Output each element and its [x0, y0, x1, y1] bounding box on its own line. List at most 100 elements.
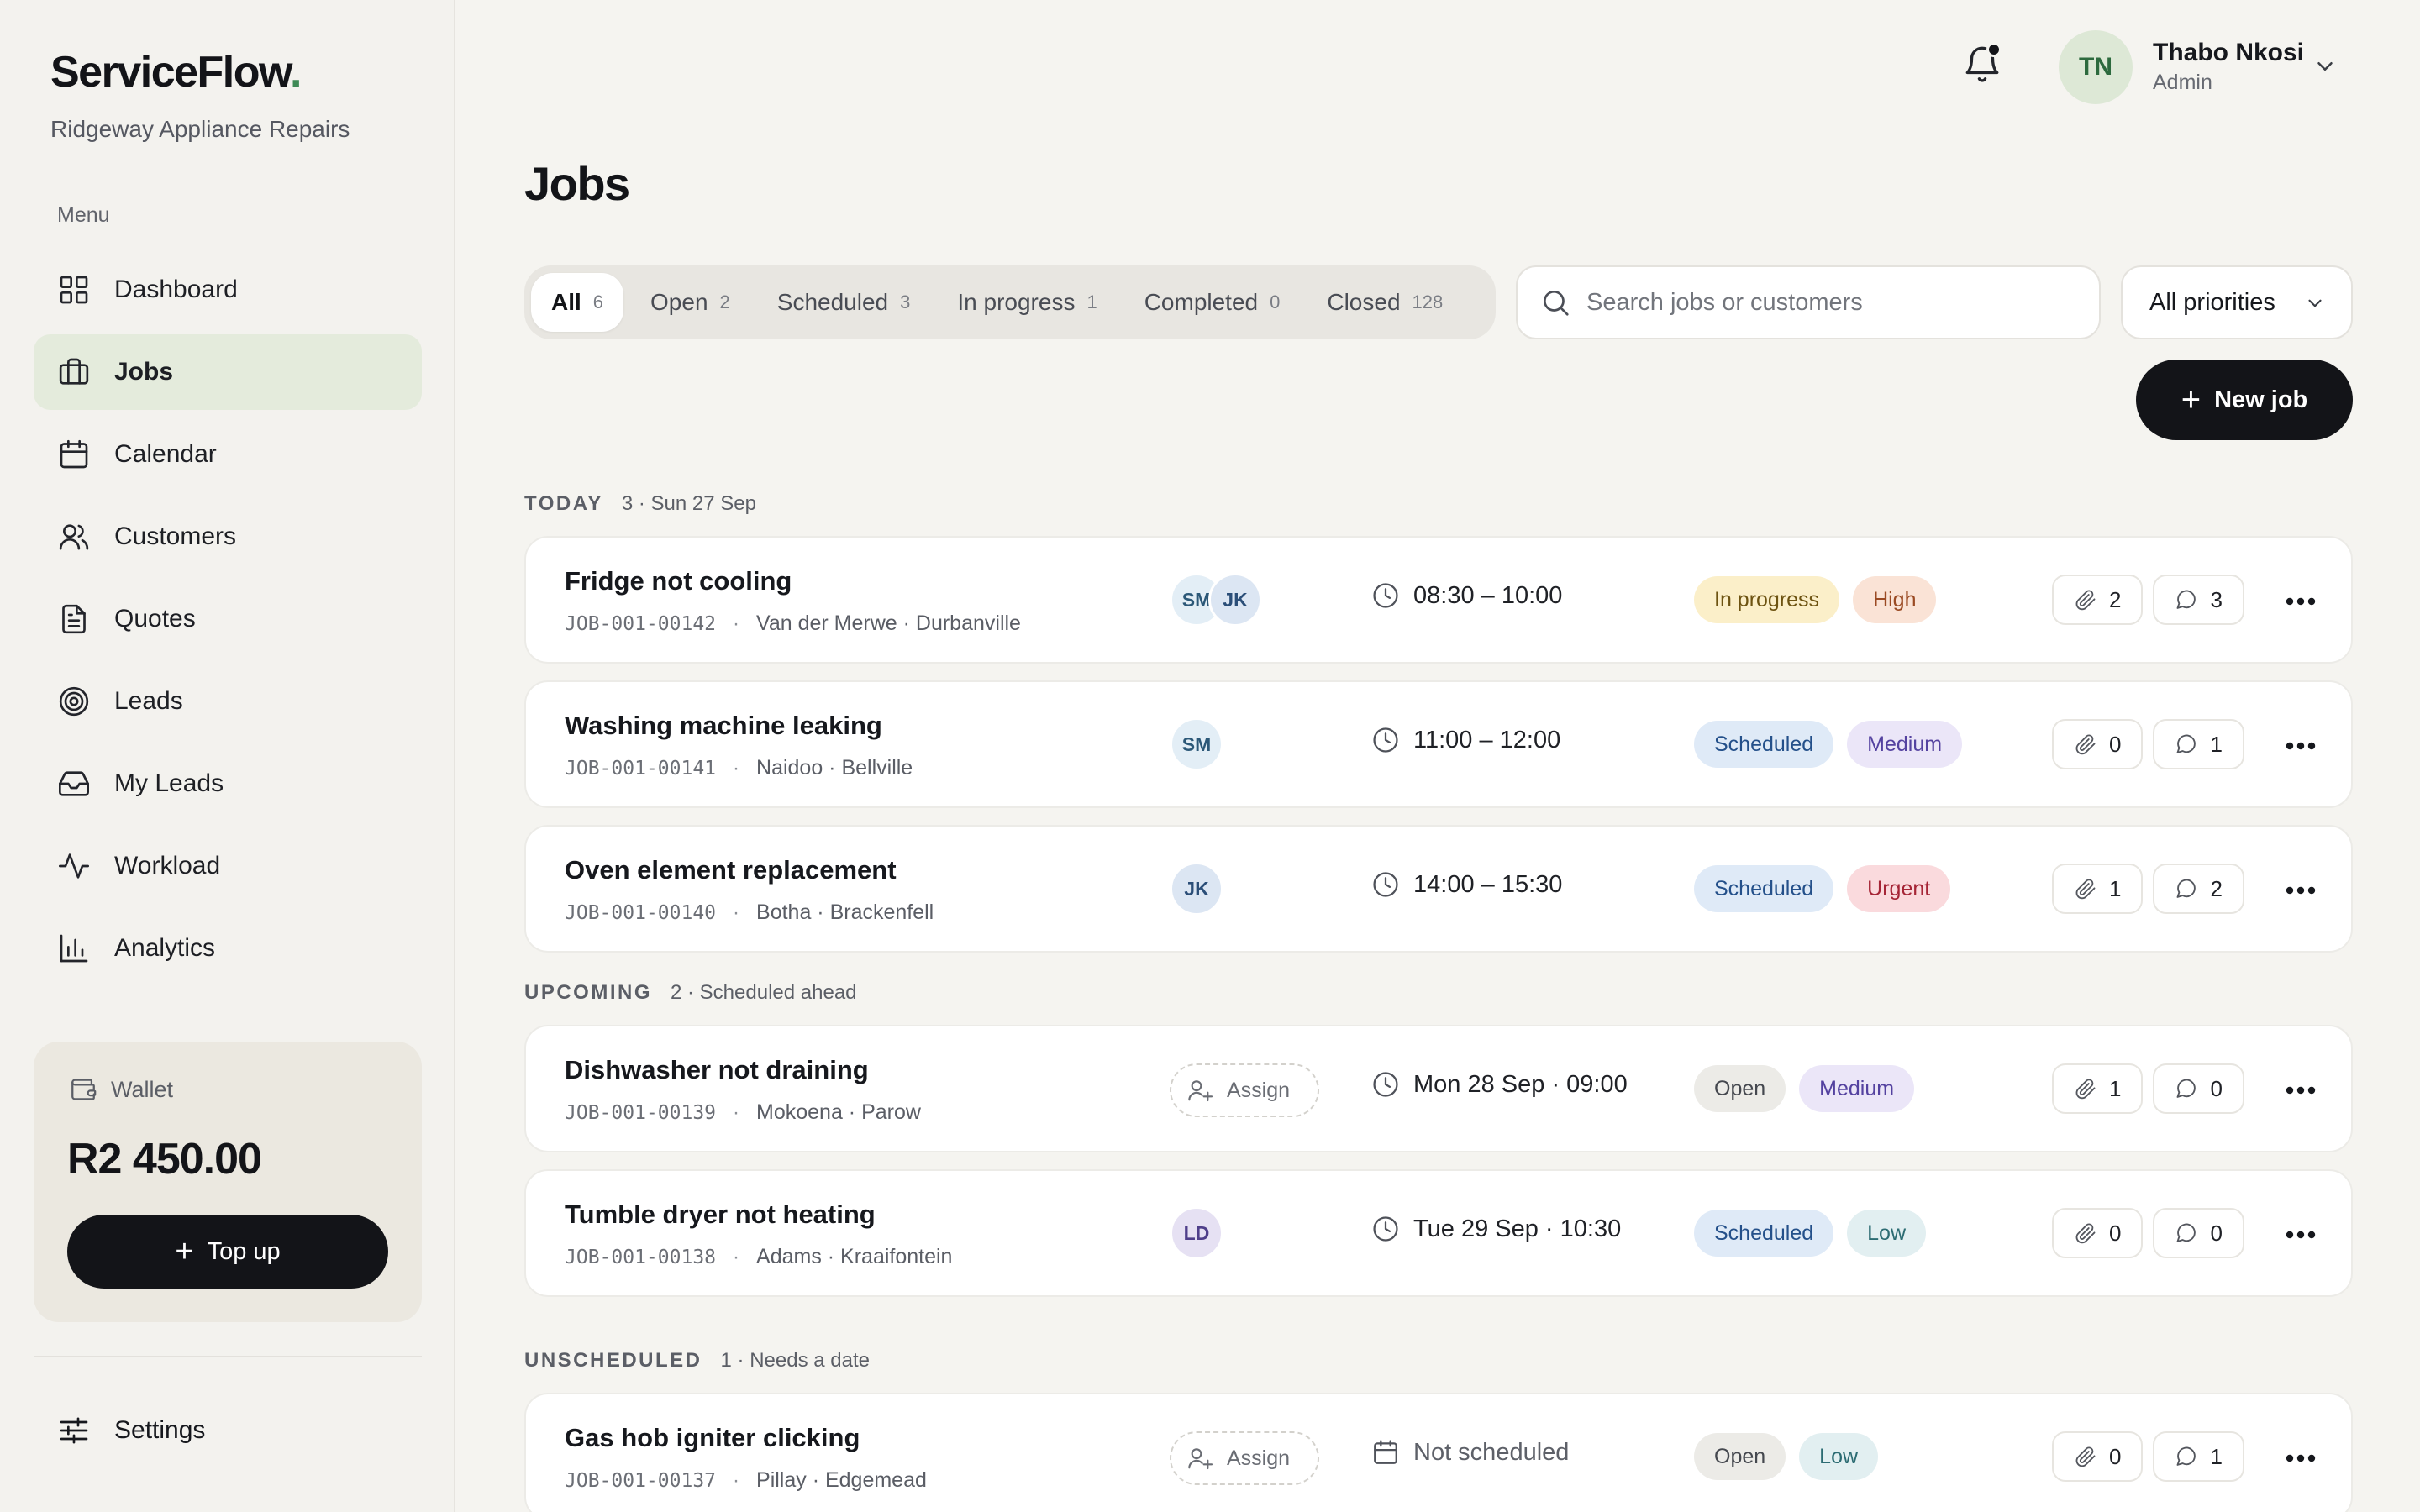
sidebar-item-settings[interactable]: Settings	[34, 1393, 422, 1468]
attachments-count: 1	[2109, 1075, 2122, 1101]
separator-dot: ·	[733, 901, 740, 924]
job-card[interactable]: Dishwasher not draining JOB-001-00139 · Mok…	[524, 1025, 2353, 1152]
separator-dot: ·	[733, 1469, 740, 1492]
job-meta: JOB-001-00138 · Adams · Kraaifontein	[565, 1245, 952, 1269]
job-card[interactable]: Oven element replacement JOB-001-00140 · Bo…	[524, 825, 2353, 953]
top-up-button[interactable]: + Top up	[67, 1215, 388, 1289]
brand-logo[interactable]: ServiceFlow.	[50, 47, 302, 97]
sidebar-item-dashboard[interactable]: Dashboard	[34, 252, 422, 328]
job-card[interactable]: Fridge not cooling JOB-001-00142 · Van der …	[524, 536, 2353, 664]
tab-label: In progress	[957, 289, 1076, 315]
section-meta: 3 · Sun 27 Sep	[621, 492, 756, 515]
job-card[interactable]: Washing machine leaking JOB-001-00141 · Nai…	[524, 680, 2353, 808]
sidebar-nav: Dashboard Jobs Calendar Customers Quotes Lead…	[34, 252, 422, 993]
wallet-balance: R2 450.00	[67, 1135, 262, 1184]
job-title[interactable]: Washing machine leaking	[565, 711, 882, 741]
attachments-button[interactable]: 1	[2052, 1063, 2144, 1114]
tab-in-progress[interactable]: In progress 1	[937, 273, 1117, 332]
comments-button[interactable]: 3	[2153, 575, 2244, 625]
attachments-button[interactable]: 0	[2052, 1208, 2144, 1258]
tab-label: Scheduled	[776, 289, 889, 315]
comments-button[interactable]: 1	[2153, 1431, 2244, 1482]
assignee-avatar[interactable]: JK	[1170, 862, 1223, 916]
tab-scheduled[interactable]: Scheduled 3	[757, 273, 931, 332]
assignee-avatars[interactable]: SM	[1170, 717, 1223, 771]
tab-open[interactable]: Open 2	[630, 273, 750, 332]
attachments-button[interactable]: 0	[2052, 1431, 2144, 1482]
status-badge: Scheduled	[1694, 721, 1834, 768]
priority-filter-select[interactable]: All priorities	[2121, 265, 2353, 339]
user-name[interactable]: Thabo Nkosi	[2153, 39, 2304, 67]
job-meta: JOB-001-00141 · Naidoo · Bellville	[565, 756, 913, 780]
clock-icon	[1371, 870, 1400, 899]
paperclip-icon	[2074, 732, 2097, 756]
comments-button[interactable]: 1	[2153, 719, 2244, 769]
assignee-avatars[interactable]: SM JK	[1170, 573, 1262, 627]
sidebar-item-label: Jobs	[114, 358, 174, 386]
notifications-button[interactable]	[1961, 40, 2003, 87]
job-customer: Van der Merwe · Durbanville	[756, 612, 1021, 635]
sidebar-item-jobs[interactable]: Jobs	[34, 334, 422, 410]
paperclip-icon	[2074, 588, 2097, 612]
section-header-unscheduled: UNSCHEDULED 1 · Needs a date	[524, 1349, 870, 1373]
comments-button[interactable]: 2	[2153, 864, 2244, 914]
sidebar-item-workload[interactable]: Workload	[34, 828, 422, 904]
clock-icon	[1371, 726, 1400, 754]
assignee-avatars[interactable]: LD	[1170, 1206, 1223, 1260]
section-header-upcoming: UPCOMING 2 · Scheduled ahead	[524, 981, 857, 1005]
job-title[interactable]: Tumble dryer not heating	[565, 1200, 876, 1230]
sidebar-item-label: Calendar	[114, 440, 217, 468]
tab-closed[interactable]: Closed 128	[1307, 273, 1463, 332]
user-avatar[interactable]: TN	[2059, 30, 2133, 104]
sidebar-item-label: My Leads	[114, 769, 224, 797]
comments-button[interactable]: 0	[2153, 1063, 2244, 1114]
sidebar-item-quotes[interactable]: Quotes	[34, 581, 422, 657]
attachments-button[interactable]: 2	[2052, 575, 2144, 625]
assign-button[interactable]: Assign	[1170, 1063, 1319, 1117]
sidebar-item-calendar[interactable]: Calendar	[34, 417, 422, 492]
assignee-avatar[interactable]: JK	[1208, 573, 1262, 627]
sidebar-item-my-leads[interactable]: My Leads	[34, 746, 422, 822]
more-options-icon[interactable]	[2277, 1435, 2324, 1482]
job-title[interactable]: Fridge not cooling	[565, 566, 792, 596]
search-input[interactable]	[1586, 288, 2057, 317]
job-title[interactable]: Oven element replacement	[565, 855, 897, 885]
assignee-avatar[interactable]: LD	[1170, 1206, 1223, 1260]
comments-button[interactable]: 0	[2153, 1208, 2244, 1258]
assignee-avatars[interactable]: JK	[1170, 862, 1223, 916]
job-card[interactable]: Tumble dryer not heating JOB-001-00138 · Ad…	[524, 1169, 2353, 1297]
document-icon	[57, 602, 91, 636]
tab-completed[interactable]: Completed 0	[1124, 273, 1301, 332]
priority-badge: Medium	[1799, 1065, 1915, 1112]
attachments-button[interactable]: 0	[2052, 719, 2144, 769]
job-meta: JOB-001-00139 · Mokoena · Parow	[565, 1100, 921, 1125]
tab-label: Closed	[1327, 289, 1401, 315]
job-schedule: Tue 29 Sep · 10:30	[1371, 1215, 1621, 1243]
more-options-icon[interactable]	[2277, 1211, 2324, 1258]
job-title[interactable]: Dishwasher not draining	[565, 1055, 869, 1085]
attachments-button[interactable]: 1	[2052, 864, 2144, 914]
tab-all[interactable]: All 6	[531, 273, 624, 332]
chevron-down-icon[interactable]	[2312, 54, 2338, 79]
more-options-icon[interactable]	[2277, 1067, 2324, 1114]
more-options-icon[interactable]	[2277, 867, 2324, 914]
more-options-icon[interactable]	[2277, 578, 2324, 625]
assign-button[interactable]: Assign	[1170, 1431, 1319, 1485]
search-field[interactable]	[1516, 265, 2101, 339]
attachments-count: 2	[2109, 586, 2122, 612]
inbox-icon	[57, 767, 91, 801]
more-options-icon[interactable]	[2277, 722, 2324, 769]
sidebar-item-analytics[interactable]: Analytics	[34, 911, 422, 986]
sidebar-item-label: Customers	[114, 522, 237, 550]
new-job-button[interactable]: + New job	[2136, 360, 2353, 440]
job-title[interactable]: Gas hob igniter clicking	[565, 1423, 860, 1453]
sidebar-item-leads[interactable]: Leads	[34, 664, 422, 739]
chevron-down-icon	[2304, 292, 2326, 314]
separator-dot: ·	[733, 1246, 740, 1268]
bar-chart-icon	[57, 932, 91, 965]
attachments-count: 0	[2109, 1443, 2122, 1469]
priority-badge: Medium	[1847, 721, 1963, 768]
job-card[interactable]: Gas hob igniter clicking JOB-001-00137 · Pi…	[524, 1393, 2353, 1512]
sidebar-item-customers[interactable]: Customers	[34, 499, 422, 575]
assignee-avatar[interactable]: SM	[1170, 717, 1223, 771]
